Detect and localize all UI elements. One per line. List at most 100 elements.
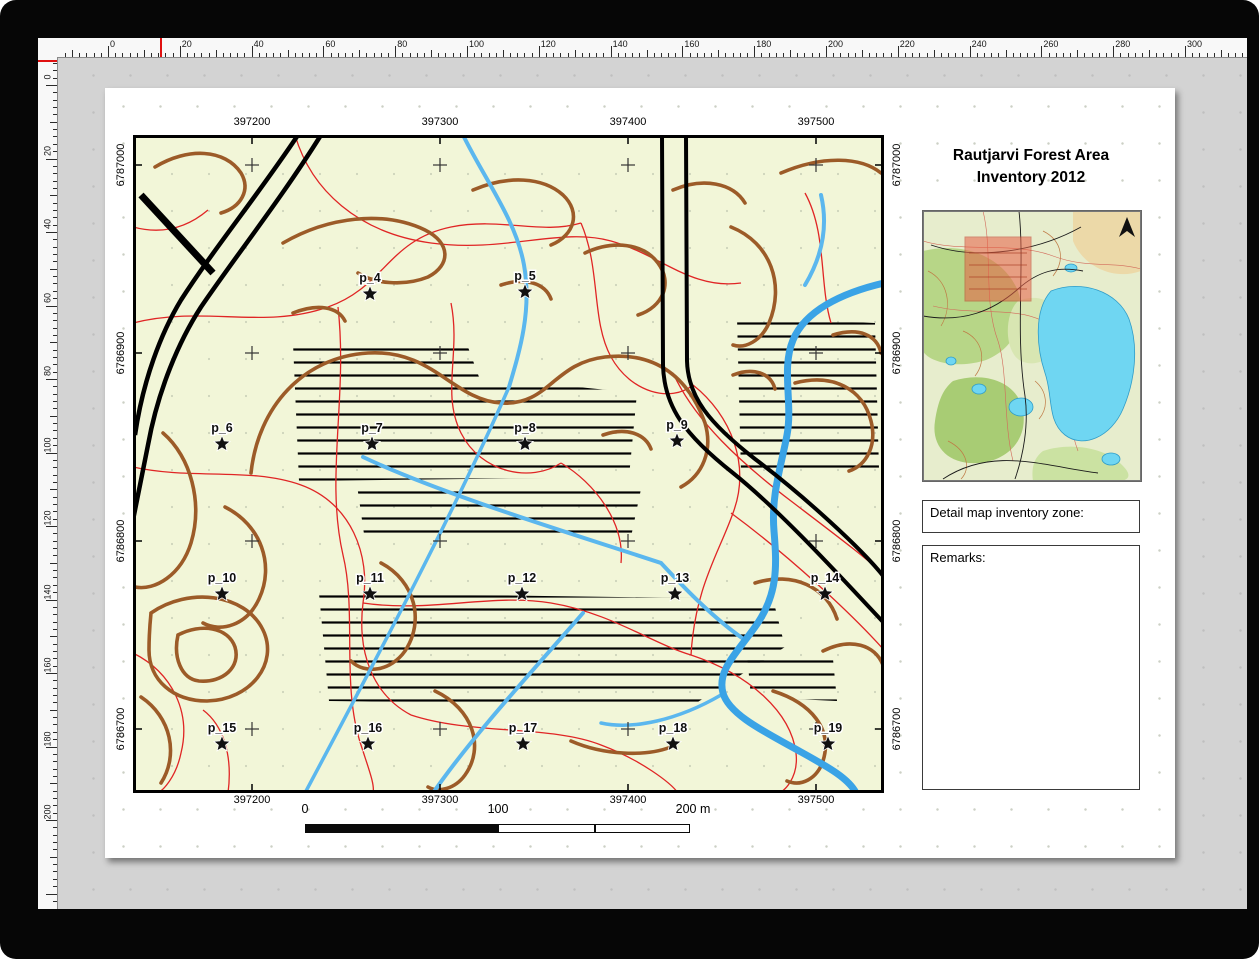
- ruler-top-tick: [158, 53, 159, 57]
- ruler-left[interactable]: 020406080100120140160180200: [38, 57, 58, 909]
- ruler-left-tick: [50, 122, 57, 123]
- detail-zone-box[interactable]: Detail map inventory zone:: [922, 500, 1140, 533]
- ruler-top-tick: [1034, 53, 1035, 57]
- ruler-top-tick: [86, 53, 87, 57]
- ruler-top-tick: [352, 53, 353, 57]
- ruler-top-tick: [625, 53, 626, 57]
- ruler-top-tick: [984, 53, 985, 57]
- ruler-top-tick: [108, 46, 109, 57]
- ruler-left-tick: [53, 813, 57, 814]
- ruler-top-tick: [524, 53, 525, 57]
- ruler-left-tick: [53, 203, 57, 204]
- ruler-top-tick: [603, 53, 604, 57]
- ruler-top-tick: [237, 53, 238, 57]
- overview-map-item[interactable]: [922, 210, 1142, 482]
- layout-page[interactable]: p_4p_5p_6p_7p_8p_9p_10p_11p_12p_13p_14p_…: [105, 88, 1175, 858]
- ruler-top-tick: [1178, 53, 1179, 57]
- ruler-top-tick: [280, 53, 281, 57]
- ruler-top-tick: [295, 53, 296, 57]
- ruler-left-tick: [46, 894, 57, 895]
- ruler-number: 0: [110, 39, 115, 49]
- ruler-left-tick: [53, 78, 57, 79]
- ruler-left-tick: [53, 739, 57, 740]
- ruler-top-tick: [934, 50, 935, 57]
- ruler-left-tick: [53, 871, 57, 872]
- ruler-top-tick: [747, 53, 748, 57]
- ruler-number: 200: [828, 39, 843, 49]
- ruler-top-tick: [1156, 53, 1157, 57]
- layout-title[interactable]: Rautjarvi Forest Area Inventory 2012: [922, 145, 1140, 188]
- ruler-left-tick: [53, 261, 57, 262]
- sample-point-label: p_15: [208, 721, 237, 735]
- ruler-top-tick: [804, 53, 805, 57]
- ruler-left-tick: [53, 320, 57, 321]
- ruler-top-tick: [517, 53, 518, 57]
- ruler-left-tick: [53, 291, 57, 292]
- ruler-number: 160: [42, 656, 54, 675]
- sample-point-label: p_19: [814, 721, 843, 735]
- ruler-left-tick: [53, 357, 57, 358]
- ruler-top-tick: [173, 53, 174, 57]
- grid-label-bottom: 397200: [234, 794, 271, 806]
- ruler-left-tick: [50, 489, 57, 490]
- ruler-top-tick: [1149, 50, 1150, 57]
- remarks-box[interactable]: Remarks:: [922, 545, 1140, 790]
- ruler-top-tick: [568, 53, 569, 57]
- ruler-left-tick: [53, 136, 57, 137]
- ruler-left-tick: [53, 622, 57, 623]
- ruler-top-tick: [453, 53, 454, 57]
- ruler-top[interactable]: 0204060801001201401601802002202402602803…: [57, 38, 1247, 58]
- ruler-top-tick: [618, 53, 619, 57]
- ruler-left-tick: [53, 210, 57, 211]
- ruler-left-tick: [53, 254, 57, 255]
- ruler-top-tick: [165, 53, 166, 57]
- ruler-top-tick: [733, 53, 734, 57]
- ruler-top-tick: [647, 50, 648, 57]
- ruler-left-tick: [53, 129, 57, 130]
- sample-point-label: p_13: [661, 571, 690, 585]
- ruler-top-tick: [345, 53, 346, 57]
- ruler-left-tick: [53, 827, 57, 828]
- ruler-left-tick: [50, 857, 57, 858]
- ruler-left-tick: [53, 386, 57, 387]
- ruler-left-tick: [53, 504, 57, 505]
- ruler-top-tick: [489, 53, 490, 57]
- ruler-left-tick: [53, 541, 57, 542]
- ruler-number: 140: [42, 582, 54, 601]
- scalebar-white-segment: [498, 824, 690, 833]
- ruler-number: 180: [756, 39, 771, 49]
- map-item[interactable]: p_4p_5p_6p_7p_8p_9p_10p_11p_12p_13p_14p_…: [133, 135, 884, 793]
- ruler-top-tick: [1027, 53, 1028, 57]
- ruler-left-tick: [53, 842, 57, 843]
- map-canvas[interactable]: p_4p_5p_6p_7p_8p_9p_10p_11p_12p_13p_14p_…: [133, 135, 884, 793]
- ruler-left-tick: [53, 592, 57, 593]
- scalebar-label-end: 200 m: [676, 802, 711, 816]
- scalebar-item[interactable]: 0 100 200 m: [305, 802, 705, 840]
- ruler-left-tick: [53, 651, 57, 652]
- ruler-number: 0: [42, 68, 54, 87]
- sample-point-label: p_11: [356, 571, 384, 585]
- sample-point-label: p_17: [509, 721, 538, 735]
- ruler-top-tick: [438, 53, 439, 57]
- ruler-top-tick: [65, 53, 66, 57]
- ruler-top-tick: [697, 53, 698, 57]
- ruler-left-tick: [53, 533, 57, 534]
- grid-label-right: 6786700: [891, 708, 903, 751]
- sample-point-label: p_16: [354, 721, 383, 735]
- ruler-number: 80: [397, 39, 407, 49]
- ruler-top-tick: [366, 53, 367, 57]
- ruler-left-tick: [53, 225, 57, 226]
- ruler-top-tick: [589, 53, 590, 57]
- ruler-left-tick: [53, 166, 57, 167]
- ruler-top-tick: [359, 50, 360, 57]
- ruler-number: 60: [42, 288, 54, 307]
- ruler-left-tick: [53, 298, 57, 299]
- ruler-left-tick: [53, 805, 57, 806]
- ruler-left-tick: [53, 181, 57, 182]
- ruler-top-tick: [754, 46, 755, 57]
- ruler-top-tick: [194, 53, 195, 57]
- ruler-top-tick: [883, 53, 884, 57]
- ruler-top-tick: [833, 53, 834, 57]
- ruler-left-tick: [53, 401, 57, 402]
- ruler-left-tick: [53, 791, 57, 792]
